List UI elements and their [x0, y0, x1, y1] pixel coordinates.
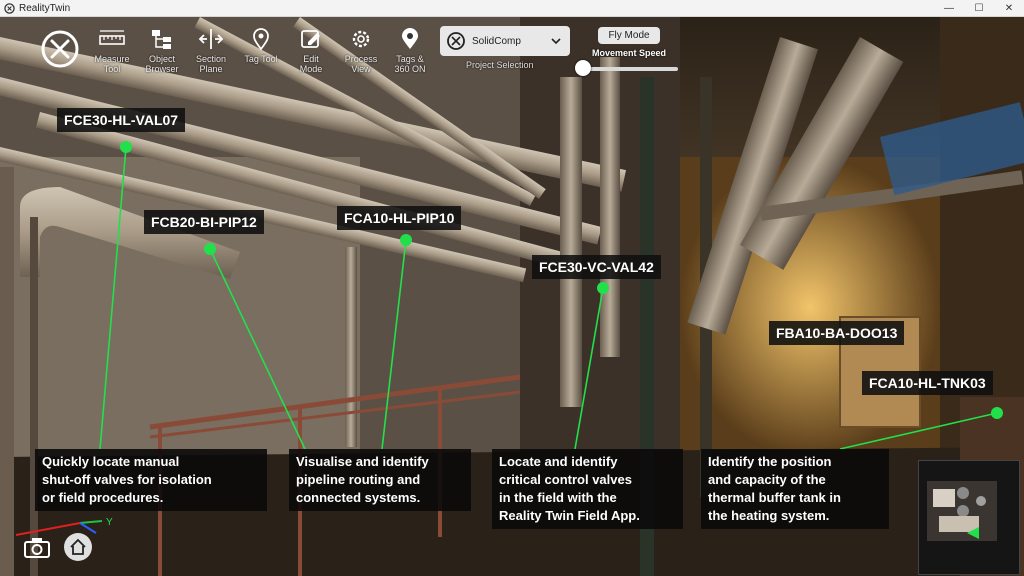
minimap[interactable]	[918, 460, 1020, 575]
chevron-down-icon	[551, 38, 561, 45]
info-box-pipeline-routing: Visualise and identify pipeline routing …	[289, 449, 471, 511]
info-box-control-valves: Locate and identify critical control val…	[492, 449, 683, 529]
minimap-view	[927, 481, 997, 541]
tag-fca10-hl-tnk03[interactable]: FCA10-HL-TNK03	[862, 371, 993, 395]
home-button[interactable]	[64, 533, 92, 561]
location-pin-icon	[402, 28, 418, 49]
tag-fcb20-bi-pip12[interactable]: FCB20-BI-PIP12	[144, 210, 264, 234]
section-plane-icon	[198, 29, 224, 49]
tag-tool-button[interactable]: Tag Tool	[235, 28, 287, 64]
measure-tool-button[interactable]: Measure Tool	[86, 28, 138, 74]
minimize-button[interactable]: —	[934, 0, 964, 16]
tool-label: Object	[148, 54, 175, 64]
tool-label: Edit	[303, 54, 319, 64]
app-window: RealityTwin — ☐ ✕ Measure Tool Object Br…	[0, 0, 1024, 576]
info-box-buffer-tank: Identify the position and capacity of th…	[701, 449, 889, 529]
camera-icon[interactable]	[24, 537, 50, 559]
info-line: Visualise and identify	[296, 454, 429, 469]
tool-label: Plane	[199, 64, 223, 74]
process-view-button[interactable]: Process View	[335, 28, 387, 74]
info-line: thermal buffer tank in	[708, 490, 841, 505]
edit-icon	[301, 30, 320, 48]
tag-fce30-hl-val07[interactable]: FCE30-HL-VAL07	[57, 108, 186, 132]
ruler-icon	[99, 30, 125, 45]
info-line: Quickly locate manual	[42, 454, 180, 469]
app-logo-icon	[4, 2, 15, 14]
info-line: Reality Twin Field App.	[499, 508, 640, 523]
title-bar: RealityTwin — ☐ ✕	[0, 0, 1024, 17]
tool-label: Section	[195, 54, 227, 64]
project-logo-icon	[447, 32, 465, 50]
tool-label: Tool	[103, 64, 121, 74]
info-line: Identify the position	[708, 454, 832, 469]
info-line: and capacity of the	[708, 472, 826, 487]
tool-label: Tag Tool	[244, 54, 278, 64]
3d-viewport[interactable]: Measure Tool Object Browser Section Plan…	[0, 17, 1024, 576]
movement-speed-label: Movement Speed	[592, 48, 667, 58]
tool-label: Measure	[94, 54, 130, 64]
section-plane-button[interactable]: Section Plane	[185, 28, 237, 74]
tag-fce30-vc-val42[interactable]: FCE30-VC-VAL42	[532, 255, 661, 279]
info-line: the heating system.	[708, 508, 830, 523]
axis-label-y: Y	[106, 517, 113, 528]
tool-label: 360 ON	[394, 64, 426, 74]
project-select[interactable]: SolidComp	[440, 26, 570, 56]
tool-label: Browser	[145, 64, 179, 74]
info-line: in the field with the	[499, 490, 617, 505]
info-line: Locate and identify	[499, 454, 618, 469]
close-button[interactable]: ✕	[994, 0, 1024, 16]
info-box-shutoff-valves: Quickly locate manual shut-off valves fo…	[35, 449, 267, 511]
map-pin-icon	[253, 28, 269, 50]
edit-mode-button[interactable]: Edit Mode	[285, 28, 337, 74]
project-select-value: SolidComp	[472, 35, 521, 47]
fly-mode-button[interactable]: Fly Mode	[598, 27, 660, 44]
tool-label: Mode	[299, 64, 323, 74]
movement-speed-slider-track[interactable]	[578, 67, 678, 71]
app-logo-icon	[41, 30, 79, 68]
tool-label: View	[351, 64, 371, 74]
movement-speed-slider-thumb[interactable]	[575, 60, 591, 76]
object-browser-button[interactable]: Object Browser	[136, 28, 188, 74]
project-select-label: Project Selection	[466, 60, 534, 70]
tag-fba10-ba-doo13[interactable]: FBA10-BA-DOO13	[769, 321, 905, 345]
info-line: shut-off valves for isolation	[42, 472, 212, 487]
tool-label: Process	[344, 54, 378, 64]
tags-360-button[interactable]: Tags & 360 ON	[384, 28, 436, 74]
info-line: connected systems.	[296, 490, 421, 505]
tag-fca10-hl-pip10[interactable]: FCA10-HL-PIP10	[337, 206, 462, 230]
hierarchy-icon	[152, 30, 171, 49]
info-line: pipeline routing and	[296, 472, 421, 487]
maximize-button[interactable]: ☐	[964, 0, 994, 16]
home-icon	[70, 538, 86, 555]
info-line: critical control valves	[499, 472, 632, 487]
gear-icon	[352, 30, 370, 48]
tool-label: Tags &	[396, 54, 424, 64]
window-title: RealityTwin	[19, 2, 71, 14]
